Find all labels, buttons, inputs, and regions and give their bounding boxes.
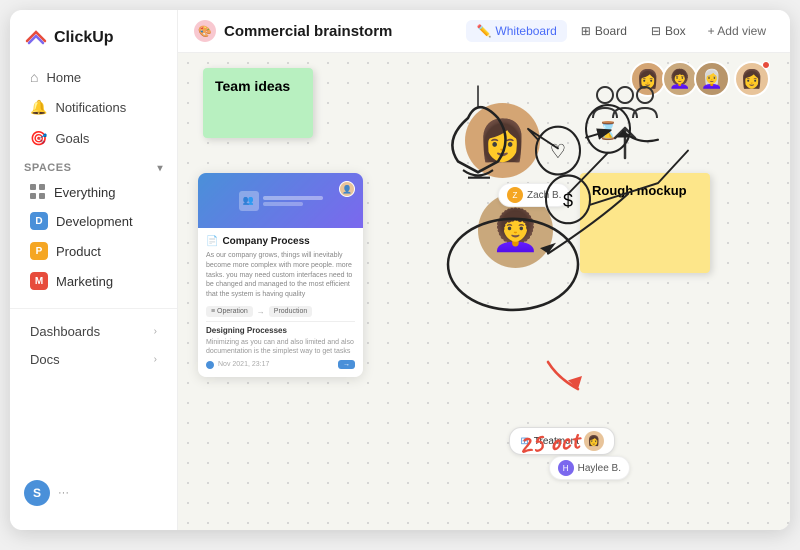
people-group-icon [590,83,660,163]
zach-avatar: Z [507,187,523,203]
everything-icon [30,184,46,200]
nav-goals-label: Goals [55,131,89,146]
bell-icon: 🔔 [30,99,47,116]
name-badge-zach[interactable]: Z Zach B. [498,183,570,207]
zach-name: Zach B. [527,190,561,201]
tab-box-label: Box [665,24,686,38]
space-item-development[interactable]: D Development [16,207,171,235]
tab-whiteboard[interactable]: ✏️ Whiteboard [466,20,566,42]
doc-subdesc: Minimizing as you can and also limited a… [206,338,355,356]
person-photo-top: 👩 [465,103,540,178]
docs-label: Docs [30,352,60,367]
page-icon: 🎨 [194,20,216,42]
spaces-chevron-icon: ▾ [157,163,163,174]
sticky-note-team-ideas[interactable]: Team ideas [203,68,313,138]
space-item-everything[interactable]: Everything [16,179,171,205]
spaces-header: Spaces ▾ [10,154,177,178]
home-icon: ⌂ [30,69,38,85]
nav-dashboards[interactable]: Dashboards › [16,318,171,345]
tab-box[interactable]: ⊟ Box [641,20,696,42]
sticky-yellow-text: Rough mockup [592,183,687,198]
doc-divider [206,321,355,322]
dashboards-chevron-icon: › [154,326,157,337]
sticky-note-rough-mockup[interactable]: Rough mockup [580,173,710,273]
nav-home[interactable]: ⌂ Home [16,63,171,91]
docs-chevron-icon: › [154,354,157,365]
nav-notifications-label: Notifications [55,100,126,115]
view-tabs: ✏️ Whiteboard ⊞ Board ⊟ Box + Add view [466,20,774,42]
sidebar-bottom: S ··· [10,468,177,518]
clickup-logo-icon [24,26,48,50]
space-product-label: Product [56,244,101,259]
spaces-label: Spaces [24,162,71,174]
date-text: 25 oct [517,422,581,462]
doc-date: Nov 2021, 23:17 [218,361,269,368]
date-annotation: 25 oct [517,422,581,462]
app-name: ClickUp [54,29,114,47]
marketing-icon: M [30,272,48,290]
doc-card-title: 📄 Company Process [206,236,355,247]
doc-title-text: Company Process [222,236,309,247]
doc-status-badge: → [338,360,355,369]
nav-notifications[interactable]: 🔔 Notifications [16,93,171,122]
user-initial: S [33,486,41,500]
add-view-label: + Add view [708,24,766,38]
people-icons [590,83,660,168]
sticky-green-text: Team ideas [215,78,290,94]
tab-board[interactable]: ⊞ Board [571,20,637,42]
product-icon: P [30,242,48,260]
page-title: Commercial brainstorm [224,23,392,40]
dashboards-label: Dashboards [30,324,100,339]
space-development-label: Development [56,214,133,229]
user-avatar: S [24,480,50,506]
page-title-area: 🎨 Commercial brainstorm [194,20,392,42]
nav-home-label: Home [46,70,81,85]
whiteboard-tab-icon: ✏️ [476,24,491,38]
tab-whiteboard-label: Whiteboard [495,24,556,38]
more-icon: ··· [58,487,69,499]
doc-card-header: 👥 👤 [198,173,363,228]
development-icon: D [30,212,48,230]
logo-area[interactable]: ClickUp [10,22,177,62]
avatar-2: 👩‍🦱 [662,61,698,97]
sidebar: ClickUp ⌂ Home 🔔 Notifications 🎯 Goals S… [10,10,178,530]
document-card[interactable]: 👥 👤 📄 Company Process [198,173,363,377]
doc-card-desc: As our company grows, things will inevit… [206,251,355,300]
nav-docs[interactable]: Docs › [16,346,171,373]
whiteboard-canvas[interactable]: 👩 👩‍🦱 👩‍🦳 👩 [178,53,790,530]
space-everything-label: Everything [54,185,115,200]
main-content: 🎨 Commercial brainstorm ✏️ Whiteboard ⊞ … [178,10,790,530]
space-item-marketing[interactable]: M Marketing [16,267,171,295]
box-tab-icon: ⊟ [651,24,661,38]
top-bar: 🎨 Commercial brainstorm ✏️ Whiteboard ⊞ … [178,10,790,53]
svg-text:♡: ♡ [550,140,566,162]
notification-dot [762,61,770,69]
doc-subtitle: Designing Processes [206,326,355,335]
haylee-name: Haylee B. [578,463,621,474]
name-badge-haylee[interactable]: H Haylee B. [549,456,630,480]
nav-goals[interactable]: 🎯 Goals [16,124,171,153]
board-tab-icon: ⊞ [581,24,591,38]
user-area[interactable]: S ··· [10,474,177,512]
goals-icon: 🎯 [30,130,47,147]
tab-board-label: Board [595,24,627,38]
space-item-product[interactable]: P Product [16,237,171,265]
treatment-avatar: 👩 [584,431,604,451]
haylee-avatar: H [558,460,574,476]
doc-card-body: 📄 Company Process As our company grows, … [198,228,363,377]
space-marketing-label: Marketing [56,274,113,289]
avatar-3: 👩‍🦳 [694,61,730,97]
add-view-button[interactable]: + Add view [700,20,774,42]
